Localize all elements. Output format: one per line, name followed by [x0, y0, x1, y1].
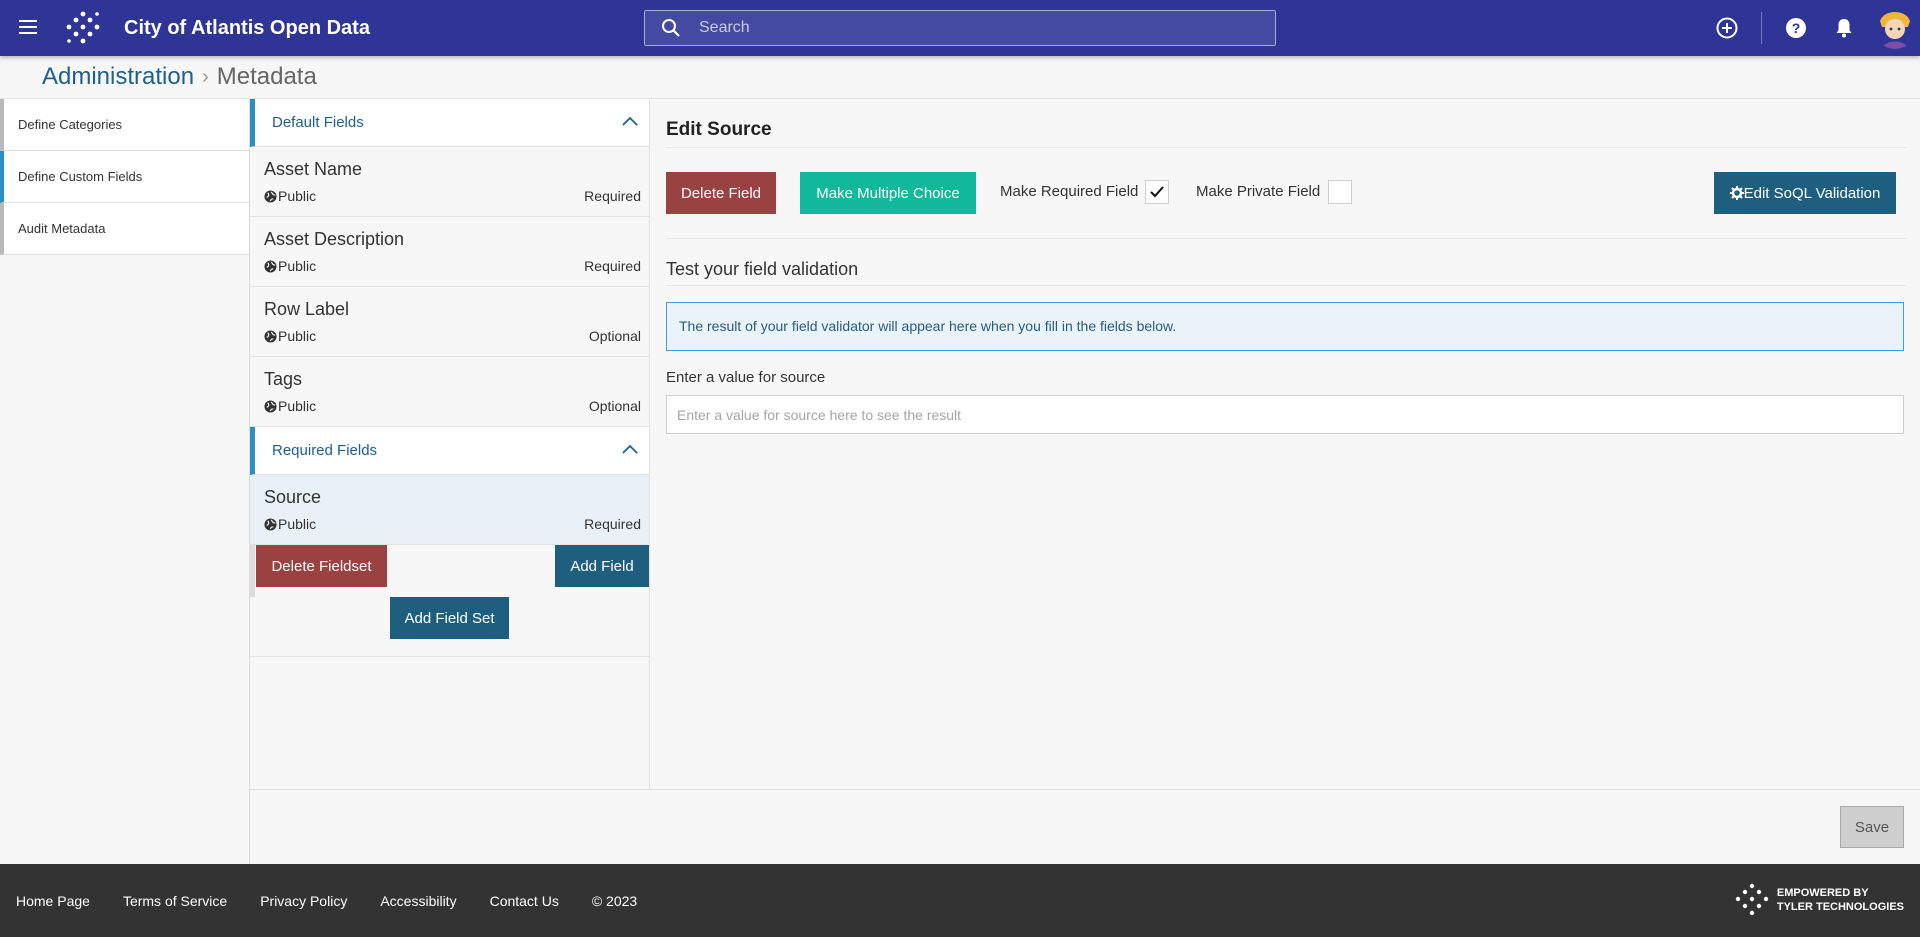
field-requirement: Optional — [588, 398, 641, 414]
add-field-set-button[interactable]: Add Field Set — [390, 597, 509, 639]
search-box[interactable] — [644, 10, 1276, 46]
source-value-input[interactable] — [666, 395, 1904, 434]
help-icon[interactable]: ? — [1784, 16, 1808, 40]
footer-link-accessibility[interactable]: Accessibility — [380, 893, 456, 909]
gear-icon — [1729, 186, 1744, 200]
actions-divider — [666, 238, 1906, 239]
field-row-asset-name[interactable]: Asset Name Public Required — [250, 147, 649, 217]
field-visibility-label: Public — [278, 398, 317, 414]
required-fields-header[interactable]: Required Fields — [250, 427, 649, 475]
field-visibility-label: Public — [278, 188, 317, 204]
chevron-up-icon[interactable] — [619, 439, 641, 461]
save-bar: Save — [250, 789, 1920, 864]
add-field-button[interactable]: Add Field — [555, 545, 649, 587]
field-name: Asset Name — [264, 159, 363, 179]
test-validation-title: Test your field validation — [666, 259, 859, 279]
breadcrumb-administration-link[interactable]: Administration — [42, 63, 194, 91]
footer-link-home-page[interactable]: Home Page — [16, 893, 90, 909]
globe-icon — [264, 259, 277, 273]
hamburger-menu-icon[interactable] — [16, 16, 40, 40]
field-requirement: Optional — [588, 328, 641, 344]
powered-by-line2: TYLER TECHNOLOGIES — [1776, 901, 1904, 913]
checkmark-icon — [1150, 186, 1164, 198]
sidebar-item-define-categories[interactable]: Define Categories — [0, 99, 250, 151]
field-visibility-label: Public — [278, 516, 317, 532]
sidebar-item-audit-metadata[interactable]: Audit Metadata — [0, 203, 250, 255]
source-value-label: Enter a value for source — [666, 369, 826, 386]
field-requirement: Required — [584, 258, 641, 274]
search-input[interactable] — [699, 19, 1259, 37]
field-row-asset-description[interactable]: Asset Description Public Required — [250, 217, 649, 287]
footer-link-contact-us[interactable]: Contact Us — [490, 893, 559, 909]
field-visibility: Public — [264, 188, 316, 204]
header-divider — [1761, 12, 1762, 44]
footer-copyright: © 2023 — [591, 892, 638, 909]
edit-soql-validation-label: Edit SoQL Validation — [1743, 184, 1881, 202]
field-visibility-label: Public — [278, 328, 317, 344]
powered-by-badge[interactable]: EMPOWERED BY TYLER TECHNOLOGIES — [1735, 882, 1904, 918]
default-fields-header[interactable]: Default Fields — [250, 99, 649, 147]
field-requirement: Required — [584, 516, 641, 532]
tyler-logo-icon — [1735, 883, 1769, 916]
field-visibility: Public — [264, 258, 316, 274]
field-row-row-label[interactable]: Row Label Public Optional — [250, 287, 649, 357]
field-name: Source — [264, 487, 322, 507]
powered-by-text: EMPOWERED BY TYLER TECHNOLOGIES — [1777, 886, 1904, 914]
make-private-checkbox[interactable] — [1328, 180, 1352, 204]
footer: Home Page Terms of Service Privacy Polic… — [0, 864, 1920, 937]
edit-field-title: Edit Source — [666, 119, 772, 140]
default-fields-title: Default Fields — [272, 114, 364, 131]
save-button[interactable]: Save — [1840, 806, 1904, 848]
chevron-up-icon[interactable] — [619, 111, 641, 133]
title-divider — [666, 147, 1906, 148]
make-multiple-choice-button[interactable]: Make Multiple Choice — [800, 172, 976, 214]
globe-icon — [264, 517, 277, 531]
globe-icon — [264, 189, 277, 203]
fieldset-actions: Delete Fieldset Add Field — [250, 545, 649, 597]
site-title[interactable]: City of Atlantis Open Data — [124, 0, 370, 56]
footer-link-terms-of-service[interactable]: Terms of Service — [123, 893, 227, 909]
powered-by-line1: EMPOWERED BY — [1776, 887, 1869, 899]
breadcrumb-chevron-icon: › — [202, 65, 209, 88]
add-circle-icon[interactable] — [1715, 16, 1739, 40]
test-divider — [666, 285, 1906, 286]
footer-link-privacy-policy[interactable]: Privacy Policy — [260, 893, 347, 909]
add-field-set-row: Add Field Set — [250, 597, 649, 657]
avatar-image — [1874, 7, 1916, 49]
search-icon — [662, 19, 680, 37]
sidebar: Define Categories Define Custom Fields A… — [0, 99, 250, 255]
edit-soql-validation-button[interactable]: Edit SoQL Validation — [1714, 172, 1896, 214]
top-navigation-bar: City of Atlantis Open Data ? — [0, 0, 1920, 56]
breadcrumb-current: Metadata — [216, 63, 317, 90]
field-row-source[interactable]: Source Public Required — [250, 475, 649, 545]
field-visibility-label: Public — [278, 258, 317, 274]
fieldset-list: Default Fields Asset Name Public Require… — [250, 99, 650, 789]
globe-icon — [264, 399, 277, 413]
field-visibility: Public — [264, 328, 316, 344]
globe-icon — [264, 329, 277, 343]
site-logo-icon[interactable] — [64, 10, 102, 46]
validation-result-message: The result of your field validator will … — [666, 302, 1904, 351]
field-row-tags[interactable]: Tags Public Optional — [250, 357, 649, 427]
field-name: Tags — [264, 369, 303, 389]
field-visibility: Public — [264, 516, 316, 532]
delete-fieldset-button[interactable]: Delete Fieldset — [256, 545, 387, 587]
make-required-checkbox[interactable] — [1145, 180, 1169, 204]
make-required-label: Make Required Field — [1000, 183, 1139, 200]
field-name: Asset Description — [264, 229, 405, 249]
make-private-label: Make Private Field — [1196, 183, 1321, 200]
notification-bell-icon[interactable] — [1832, 16, 1856, 40]
edit-field-panel: Edit Source Delete Field Make Multiple C… — [650, 99, 1920, 789]
field-requirement: Required — [584, 188, 641, 204]
delete-field-button[interactable]: Delete Field — [666, 172, 776, 214]
field-visibility: Public — [264, 398, 316, 414]
required-fields-title: Required Fields — [272, 442, 378, 459]
sidebar-item-define-custom-fields[interactable]: Define Custom Fields — [0, 151, 250, 203]
svg-text:?: ? — [1792, 20, 1801, 36]
breadcrumb: Administration › Metadata — [42, 60, 317, 94]
field-name: Row Label — [264, 299, 350, 319]
user-avatar[interactable] — [1874, 7, 1916, 49]
